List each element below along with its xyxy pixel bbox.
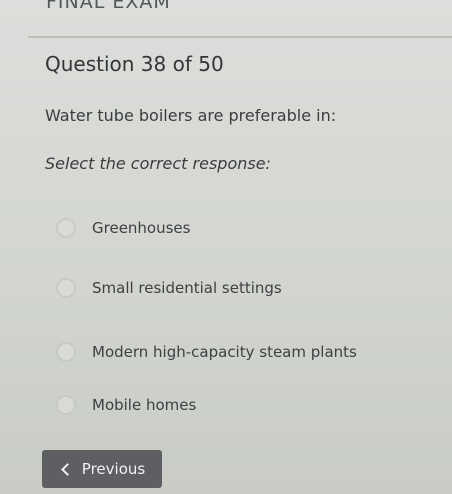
previous-button-label: Previous (81, 460, 146, 478)
answer-option-label: Modern high-capacity steam plants (92, 343, 357, 361)
radio-button[interactable] (56, 395, 76, 415)
answer-option-label: Small residential settings (92, 279, 282, 297)
answer-option-greenhouses[interactable]: Greenhouses (56, 212, 190, 244)
answer-option-steam-plants[interactable]: Modern high-capacity steam plants (56, 336, 357, 368)
exam-title: FINAL EXAM (46, 0, 171, 13)
radio-button[interactable] (56, 218, 76, 238)
header-divider (28, 36, 452, 38)
question-text: Water tube boilers are preferable in: (45, 106, 337, 125)
answer-option-small-residential[interactable]: Small residential settings (56, 272, 282, 304)
exam-panel: FINAL EXAM Question 38 of 50 Water tube … (0, 0, 452, 494)
answer-option-label: Greenhouses (92, 219, 191, 237)
answer-option-label: Mobile homes (92, 396, 197, 414)
question-number: Question 38 of 50 (45, 52, 224, 76)
radio-button[interactable] (56, 278, 76, 298)
radio-button[interactable] (56, 342, 76, 362)
previous-button[interactable]: Previous (42, 450, 162, 488)
answer-option-mobile-homes[interactable]: Mobile homes (56, 389, 196, 421)
chevron-left-icon (60, 462, 74, 476)
response-instruction: Select the correct response: (45, 154, 271, 173)
